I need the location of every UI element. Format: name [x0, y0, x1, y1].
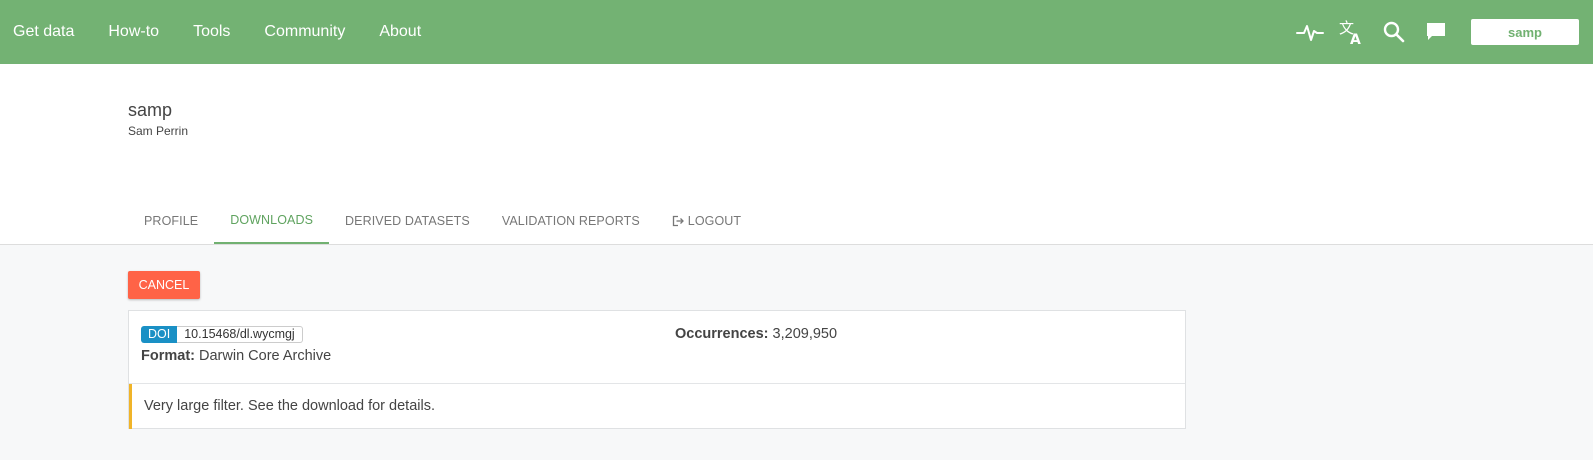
download-card: DOI 10.15468/dl.wycmgj Format: Darwin Co… — [128, 310, 1186, 429]
nav-item-how-to[interactable]: How-to — [91, 23, 176, 41]
user-menu-button[interactable]: samp — [1471, 19, 1579, 45]
nav-actions: 文 A samp — [1289, 0, 1593, 64]
nav-item-about[interactable]: About — [362, 23, 438, 41]
nav-item-community[interactable]: Community — [247, 23, 362, 41]
top-navigation-bar: Get data How-to Tools Community About 文 … — [0, 0, 1593, 64]
nav-item-tools[interactable]: Tools — [176, 23, 247, 41]
filter-text: Very large filter. See the download for … — [144, 398, 435, 414]
doi-label: DOI — [141, 326, 178, 343]
tab-logout[interactable]: Logout — [656, 198, 757, 244]
tab-validation-reports[interactable]: Validation reports — [486, 198, 656, 244]
tab-downloads[interactable]: Downloads — [214, 198, 330, 244]
tab-derived-datasets[interactable]: Derived datasets — [329, 198, 486, 244]
profile-username: samp — [128, 100, 173, 120]
profile-header: samp Sam Perrin Profile Downloads Derive… — [0, 64, 1593, 245]
search-icon[interactable] — [1373, 11, 1415, 53]
occurrences-value: 3,209,950 — [772, 326, 838, 342]
svg-text:A: A — [1350, 32, 1361, 46]
download-card-summary: DOI 10.15468/dl.wycmgj Format: Darwin Co… — [129, 311, 1185, 384]
logout-icon — [672, 215, 684, 227]
occurrences-label: Occurrences: — [675, 326, 769, 342]
feedback-icon[interactable] — [1415, 11, 1457, 53]
tab-profile[interactable]: Profile — [128, 198, 214, 244]
download-format: Format: Darwin Core Archive — [141, 348, 331, 364]
main-nav: Get data How-to Tools Community About — [0, 0, 438, 64]
doi-value: 10.15468/dl.wycmgj — [177, 326, 303, 343]
profile-tabs: Profile Downloads Derived datasets Valid… — [128, 198, 757, 244]
download-occurrences: Occurrences: 3,209,950 — [675, 326, 837, 342]
format-value: Darwin Core Archive — [199, 348, 332, 364]
activity-icon[interactable] — [1289, 11, 1331, 53]
cancel-button[interactable]: Cancel — [128, 271, 200, 299]
translate-icon[interactable]: 文 A — [1331, 11, 1373, 53]
tab-logout-label: Logout — [687, 214, 742, 228]
profile-full-name: Sam Perrin — [128, 124, 189, 138]
nav-item-get-data[interactable]: Get data — [0, 23, 91, 41]
format-label: Format: — [141, 348, 195, 364]
doi-badge[interactable]: DOI 10.15468/dl.wycmgj — [141, 326, 303, 343]
filter-summary: Very large filter. See the download for … — [129, 384, 1185, 429]
